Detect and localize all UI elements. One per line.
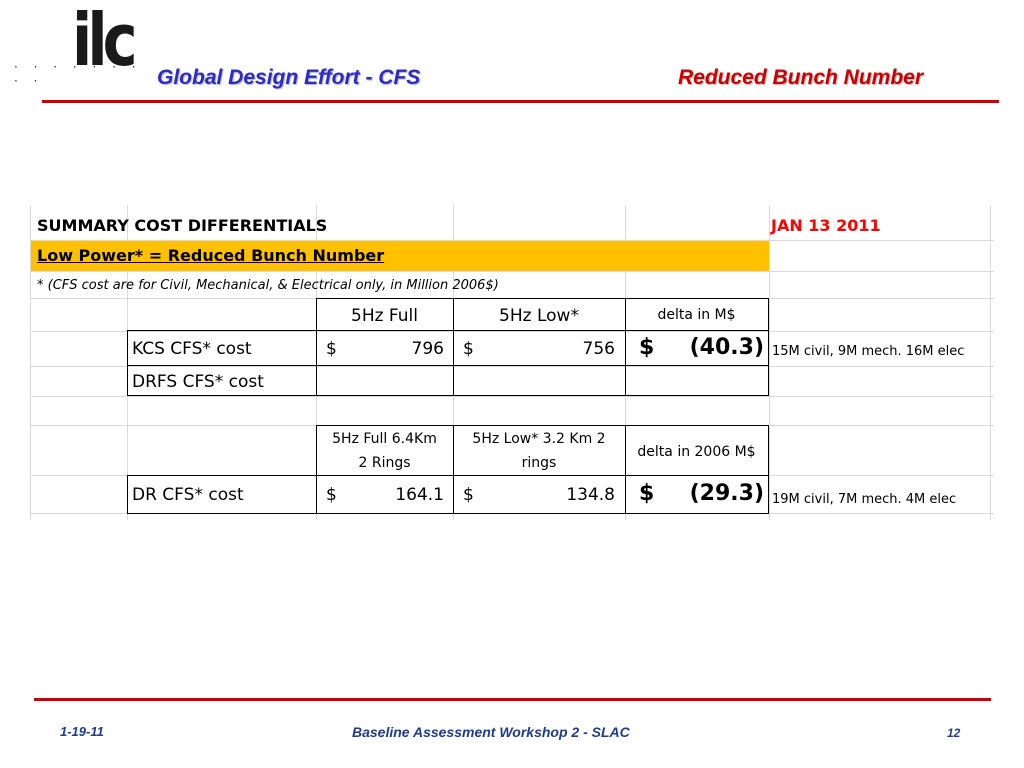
grid-row-line <box>30 366 994 367</box>
dr-label: DR CFS* cost <box>132 485 244 505</box>
grid-row-line <box>30 331 994 332</box>
table1-border <box>316 298 769 299</box>
ilc-logo: · · · · · · · · · ilc <box>14 4 144 95</box>
dr-full-value: 164.1 <box>395 485 444 505</box>
table1-border <box>127 330 769 331</box>
dr-low-value: 134.8 <box>566 485 615 505</box>
table2-border <box>127 513 769 514</box>
kcs-delta-value: (40.3) <box>689 335 764 360</box>
table2-border <box>316 425 769 426</box>
header-divider <box>42 100 999 103</box>
dr-delta-value: (29.3) <box>689 481 764 506</box>
footer-date: 1-19-11 <box>60 724 104 739</box>
header-title: Global Design Effort - CFS <box>157 66 421 89</box>
table2-border <box>768 425 769 514</box>
kcs-comment: 15M civil, 9M mech. 16M elec <box>772 344 965 359</box>
table2-header-full-line2: 2 Rings <box>358 455 411 471</box>
table1-border <box>768 298 769 396</box>
cost-note: * (CFS cost are for Civil, Mechanical, &… <box>37 278 499 293</box>
table2-header-full-line1: 5Hz Full 6.4Km <box>332 431 437 447</box>
table2-header-low-line1: 5Hz Low* 3.2 Km 2 <box>472 431 606 447</box>
table2-border <box>127 475 769 476</box>
kcs-low-value: 756 <box>582 339 615 359</box>
table1-header-delta: delta in M$ <box>657 307 736 323</box>
kcs-full-value: 796 <box>411 339 444 359</box>
table1-header-full: 5Hz Full <box>351 306 418 326</box>
table2-header-delta: delta in 2006 M$ <box>637 444 756 460</box>
cost-spreadsheet: SUMMARY COST DIFFERENTIALS JAN 13 2011 L… <box>30 205 994 520</box>
footer-divider <box>34 698 991 701</box>
summary-title: SUMMARY COST DIFFERENTIALS <box>37 216 328 235</box>
sheet-date: JAN 13 2011 <box>771 216 881 235</box>
table1-border <box>127 365 769 366</box>
table1-header-low: 5Hz Low* <box>499 306 579 326</box>
table2-border <box>127 475 128 514</box>
grid-row-line <box>30 271 994 272</box>
grid-col-line <box>990 205 991 520</box>
grid-col-line <box>769 205 770 520</box>
table1-border <box>127 330 128 396</box>
dr-comment: 19M civil, 7M mech. 4M elec <box>772 492 957 507</box>
header-section-title: Reduced Bunch Number <box>678 66 924 89</box>
page-number: 12 <box>947 726 961 740</box>
grid-row-line <box>30 396 994 397</box>
logo-text: ilc <box>72 0 138 82</box>
footer-event: Baseline Assessment Workshop 2 - SLAC <box>352 724 630 740</box>
kcs-label: KCS CFS* cost <box>132 339 252 359</box>
highlight-text: Low Power* = Reduced Bunch Number <box>37 246 385 265</box>
table1-border <box>127 395 769 396</box>
drfs-label: DRFS CFS* cost <box>132 372 264 392</box>
table2-header-low-line2: rings <box>521 455 557 471</box>
